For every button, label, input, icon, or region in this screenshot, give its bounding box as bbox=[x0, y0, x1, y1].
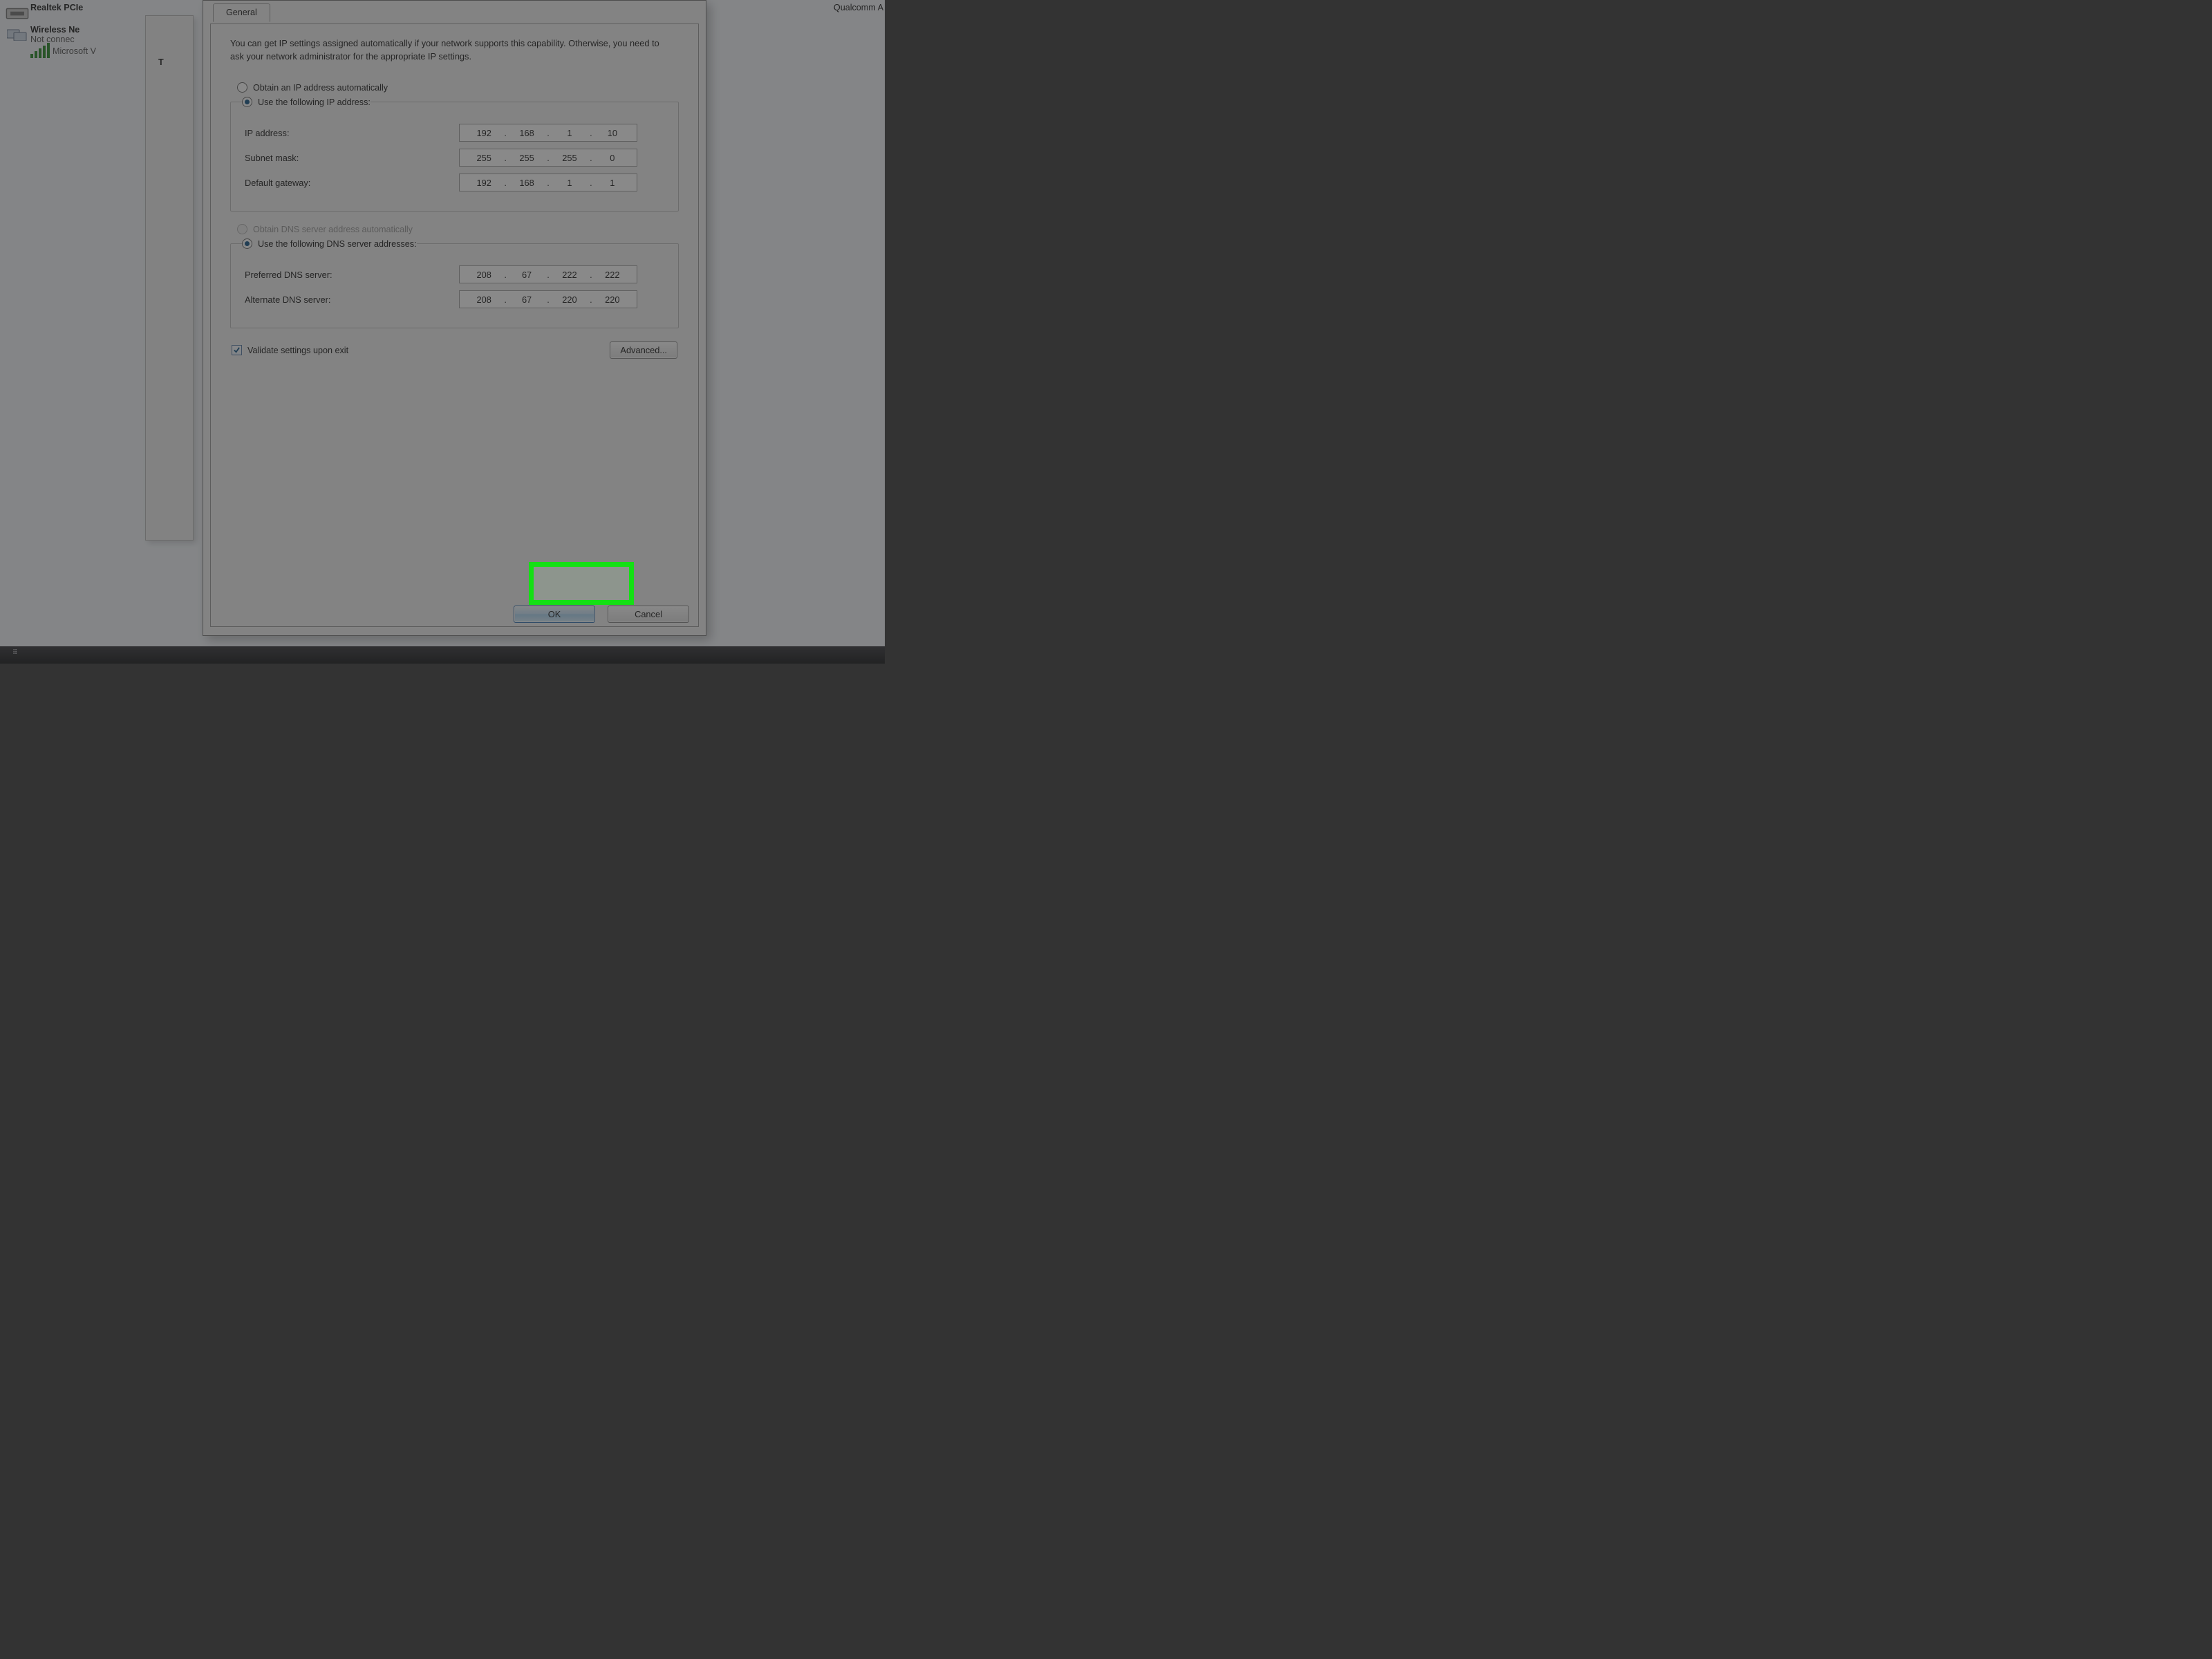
list-item[interactable]: Wireless Ne Not connec Microsoft V bbox=[6, 25, 144, 58]
partial-text: T bbox=[158, 57, 164, 67]
signal-bars-icon bbox=[30, 44, 50, 58]
ip-octet: 255 bbox=[509, 153, 544, 163]
radio-icon bbox=[242, 238, 252, 249]
adapter-title: Qualcomm A bbox=[834, 3, 883, 12]
taskbar[interactable]: ⠿ bbox=[0, 646, 885, 664]
alternate-dns-input[interactable]: 208. 67. 220. 220 bbox=[459, 290, 637, 308]
adapter-driver: Microsoft V bbox=[53, 46, 96, 56]
preferred-dns-label: Preferred DNS server: bbox=[245, 270, 459, 280]
ip-octet: 1 bbox=[552, 128, 587, 138]
alternate-dns-label: Alternate DNS server: bbox=[245, 294, 459, 305]
radio-label: Obtain DNS server address automatically bbox=[253, 225, 413, 234]
radio-label: Use the following IP address: bbox=[258, 97, 371, 107]
ip-octet: 67 bbox=[509, 270, 544, 280]
ip-address-input[interactable]: 192. 168. 1. 10 bbox=[459, 124, 637, 142]
adapter-title: Wireless Ne bbox=[30, 25, 96, 35]
ethernet-icon bbox=[6, 3, 29, 22]
validate-settings-checkbox[interactable]: Validate settings upon exit bbox=[232, 345, 348, 355]
ip-octet: 67 bbox=[509, 294, 544, 305]
radio-label: Obtain an IP address automatically bbox=[253, 83, 388, 93]
subnet-mask-label: Subnet mask: bbox=[245, 153, 459, 163]
ip-octet: 208 bbox=[467, 270, 501, 280]
adapter-status: Not connec bbox=[30, 35, 96, 44]
wifi-bars-icon bbox=[6, 25, 29, 44]
ip-octet: 192 bbox=[467, 178, 501, 188]
radio-obtain-dns-auto: Obtain DNS server address automatically bbox=[237, 224, 679, 234]
adapter-list: Realtek PCIe Wireless Ne Not connec Micr… bbox=[6, 0, 144, 61]
ip-octet: 0 bbox=[595, 153, 630, 163]
list-item[interactable]: Realtek PCIe bbox=[6, 3, 144, 22]
ip-octet: 222 bbox=[595, 270, 630, 280]
adapter-title: Realtek PCIe bbox=[30, 3, 83, 12]
properties-window: T bbox=[145, 15, 194, 541]
ip-octet: 10 bbox=[595, 128, 630, 138]
radio-icon bbox=[237, 224, 247, 234]
tab-general[interactable]: General bbox=[213, 3, 270, 22]
ip-octet: 168 bbox=[509, 178, 544, 188]
ip-octet: 220 bbox=[595, 294, 630, 305]
button-label: Cancel bbox=[635, 609, 662, 619]
dns-server-group: Use the following DNS server addresses: … bbox=[230, 238, 679, 328]
radio-obtain-ip-auto[interactable]: Obtain an IP address automatically bbox=[237, 82, 679, 93]
ip-octet: 222 bbox=[552, 270, 587, 280]
checkbox-label: Validate settings upon exit bbox=[247, 346, 348, 355]
ip-octet: 255 bbox=[552, 153, 587, 163]
ip-octet: 168 bbox=[509, 128, 544, 138]
radio-use-following-dns[interactable]: Use the following DNS server addresses: bbox=[242, 238, 417, 249]
tab-panel: You can get IP settings assigned automat… bbox=[210, 24, 699, 627]
ip-address-label: IP address: bbox=[245, 128, 459, 138]
subnet-mask-input[interactable]: 255. 255. 255. 0 bbox=[459, 149, 637, 167]
ip-octet: 208 bbox=[467, 294, 501, 305]
dialog-button-bar: OK Cancel bbox=[514, 606, 689, 623]
ip-octet: 1 bbox=[595, 178, 630, 188]
ip-octet: 1 bbox=[552, 178, 587, 188]
default-gateway-input[interactable]: 192. 168. 1. 1 bbox=[459, 174, 637, 191]
ip-octet: 192 bbox=[467, 128, 501, 138]
ipv4-properties-dialog: General You can get IP settings assigned… bbox=[203, 0, 706, 636]
button-label: Advanced... bbox=[620, 345, 667, 355]
ip-octet: 220 bbox=[552, 294, 587, 305]
checkbox-icon bbox=[232, 345, 242, 355]
advanced-button[interactable]: Advanced... bbox=[610, 341, 677, 359]
radio-icon bbox=[237, 82, 247, 93]
cancel-button[interactable]: Cancel bbox=[608, 606, 689, 623]
button-label: OK bbox=[548, 609, 561, 619]
ip-octet: 255 bbox=[467, 153, 501, 163]
ok-button[interactable]: OK bbox=[514, 606, 595, 623]
ip-address-group: Use the following IP address: IP address… bbox=[230, 97, 679, 212]
preferred-dns-input[interactable]: 208. 67. 222. 222 bbox=[459, 265, 637, 283]
radio-label: Use the following DNS server addresses: bbox=[258, 239, 417, 249]
radio-use-following-ip[interactable]: Use the following IP address: bbox=[242, 97, 371, 107]
taskbar-item[interactable]: ⠿ bbox=[12, 649, 17, 657]
intro-text: You can get IP settings assigned automat… bbox=[230, 37, 673, 63]
tab-label: General bbox=[226, 8, 257, 17]
default-gateway-label: Default gateway: bbox=[245, 178, 459, 188]
radio-icon bbox=[242, 97, 252, 107]
